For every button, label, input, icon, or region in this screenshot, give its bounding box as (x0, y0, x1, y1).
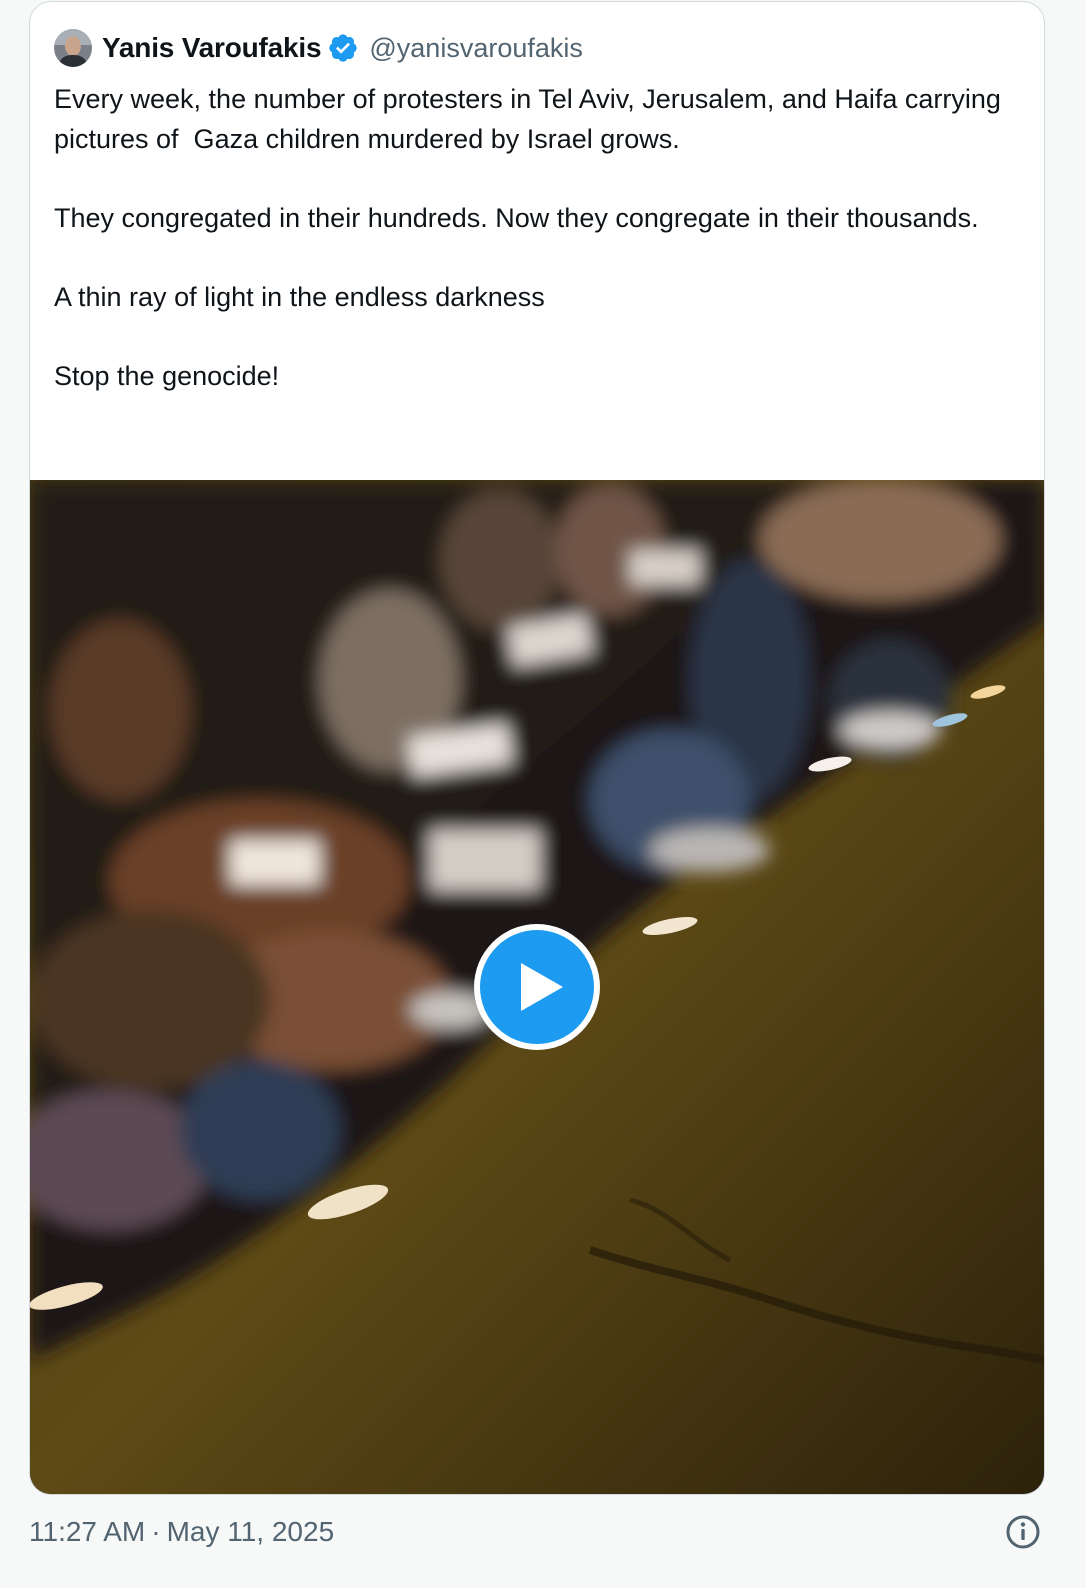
tweet-card[interactable]: Yanis Varoufakis @yanisvaroufakis Every … (29, 1, 1045, 1495)
avatar[interactable] (54, 29, 92, 67)
info-icon[interactable] (1005, 1514, 1041, 1550)
tweet-timestamp[interactable]: 11:27 AM · May 11, 2025 (29, 1516, 334, 1548)
verified-badge-icon (329, 34, 358, 62)
play-icon[interactable] (471, 921, 603, 1053)
timestamp-separator: · (151, 1516, 161, 1547)
video-player[interactable] (30, 480, 1044, 1494)
author-display-name[interactable]: Yanis Varoufakis (102, 32, 322, 64)
author-handle[interactable]: @yanisvaroufakis (369, 33, 583, 64)
tweet-footer: 11:27 AM · May 11, 2025 (29, 1512, 1045, 1556)
tweet-header: Yanis Varoufakis @yanisvaroufakis (54, 28, 583, 68)
tweet-time[interactable]: 11:27 AM (29, 1516, 145, 1548)
tweet-text: Every week, the number of protesters in … (54, 84, 1001, 391)
tweet-date[interactable]: May 11, 2025 (167, 1516, 335, 1548)
